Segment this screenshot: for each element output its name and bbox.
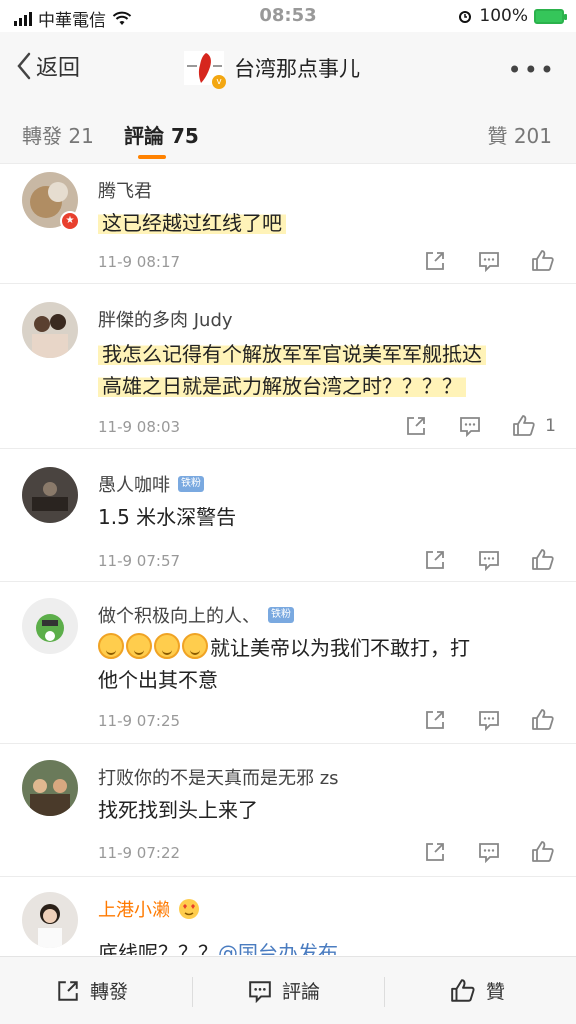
share-icon [426,252,444,270]
tab-comments[interactable]: 評論 75 [124,120,199,149]
comment-text: 我怎么记得有个解放军军官说美军军舰抵达 高雄之日就是武力解放台湾之时？？？？ [98,338,558,402]
drool-emoji-icon [182,633,208,659]
like-button[interactable] [530,548,556,572]
comment-text: 这已经越过红线了吧 [98,207,558,239]
avatar[interactable] [22,467,78,523]
comment-icon [479,843,499,863]
reply-button[interactable] [457,414,483,438]
reply-button[interactable] [476,249,502,273]
share-icon [407,417,426,435]
avatar[interactable] [22,598,78,654]
account-title[interactable]: v 台湾那点事儿 [184,51,360,89]
comment-item: ★ 腾飞君 这已经越过红线了吧 11-9 08:17 [0,165,576,284]
thumbs-up-icon [532,549,554,570]
comment-item: 愚人咖啡 铁粉 1.5 米水深警告 11-9 07:57 [0,449,576,582]
comment-time: 11-9 07:57 [98,552,181,570]
commenter-name[interactable]: 打败你的不是天真而是无邪 zs [98,764,339,790]
comment-item: 做个积极向上的人、 铁粉 就让美帝以为我们不敢打，打 他个出其不意 11-9 07… [0,582,576,744]
share-button[interactable] [422,840,448,864]
comment-text: 1.5 米水深警告 [98,505,237,529]
mention-link[interactable]: @国台办发布 [218,941,338,955]
comment-list[interactable]: ★ 腾飞君 这已经越过红线了吧 11-9 08:17 胖傑的多肉 Judy 我怎… [0,165,576,955]
like-button[interactable] [530,840,556,864]
comment-item: 打败你的不是天真而是无邪 zs 找死找到头上来了 11-9 07:22 [0,744,576,877]
share-icon [426,843,444,861]
thumbs-up-icon [513,415,535,436]
share-button[interactable] [422,548,448,572]
tab-likes[interactable]: 贊 201 [487,120,552,149]
bottom-toolbar: 轉發 評論 贊 [0,956,576,1024]
user-badge-icon: ★ [60,211,80,231]
thumbs-up-icon [532,841,554,862]
comment-icon [249,980,271,1003]
like-button[interactable] [530,249,556,273]
comment-time: 11-9 08:03 [98,418,181,436]
like-button[interactable] [511,414,537,438]
divider [192,977,193,1007]
thumbs-up-icon [532,250,554,271]
more-button[interactable]: ••• [508,56,556,84]
share-button[interactable] [403,414,429,438]
divider [384,977,385,1007]
commenter-name[interactable]: 上港小濑 [98,896,200,922]
comment-text: 找死找到头上来了 [98,798,258,822]
weibo-comments-screen: 中華電信 08:53 100% 返回 v 台湾那点事儿 ••• 轉發 21 評論… [0,0,576,1024]
like-post-button[interactable]: 贊 [450,977,505,1004]
comment-text: 就让美帝以为我们不敢打，打 他个出其不意 [98,632,558,696]
chevron-left-icon [17,52,31,80]
reply-button[interactable] [476,840,502,864]
status-bar: 中華電信 08:53 100% [0,0,576,32]
comment-text: 底线呢？？？@国台办发布 [98,937,558,955]
comment-icon [479,711,499,731]
share-button[interactable] [422,708,448,732]
like-button[interactable] [530,708,556,732]
thumbs-up-icon [532,709,554,730]
comment-icon [460,417,481,437]
commenter-name[interactable]: 愚人咖啡 铁粉 [98,471,204,497]
nav-bar: 返回 v 台湾那点事儿 ••• [0,32,576,98]
active-tab-indicator [138,155,166,159]
tab-forward[interactable]: 轉發 21 [22,120,94,149]
share-icon [58,980,78,1001]
comment-button[interactable]: 評論 [248,977,320,1004]
comment-time: 11-9 07:25 [98,712,181,730]
tab-bar: 轉發 21 評論 75 贊 201 [0,98,576,164]
share-icon [426,551,444,569]
alarm-icon [459,11,472,23]
like-count: 1 [545,416,556,436]
reply-button[interactable] [476,708,502,732]
page-title: 台湾那点事儿 [234,57,360,81]
comment-time: 11-9 07:22 [98,844,181,862]
avatar[interactable] [22,760,78,816]
comment-item: 胖傑的多肉 Judy 我怎么记得有个解放军军官说美军军舰抵达 高雄之日就是武力解… [0,284,576,449]
drool-emoji-icon [98,633,124,659]
commenter-name[interactable]: 胖傑的多肉 Judy [98,306,233,332]
fan-badge: 铁粉 [268,607,294,623]
comment-time: 11-9 08:17 [98,253,181,271]
verified-icon: v [212,75,226,89]
share-button[interactable] [422,249,448,273]
avatar[interactable] [22,302,78,358]
fan-badge: 铁粉 [178,476,204,492]
comment-item: 上港小濑 底线呢？？？@国台办发布 [0,877,576,955]
love-emoji-icon [179,899,199,919]
reply-button[interactable] [476,548,502,572]
drool-emoji-icon [126,633,152,659]
forward-button[interactable]: 轉發 [56,977,128,1004]
comment-icon [479,252,499,272]
thumbs-up-icon [451,978,475,1002]
comment-icon [479,551,499,571]
share-icon [426,711,444,729]
back-button[interactable]: 返回 [16,50,80,82]
avatar[interactable] [22,892,78,948]
back-label: 返回 [36,56,81,81]
battery-percent: 100% [479,6,528,26]
commenter-name[interactable]: 腾飞君 [98,177,152,203]
battery-icon [534,8,567,24]
account-logo: v [184,51,226,89]
drool-emoji-icon [154,633,180,659]
commenter-name[interactable]: 做个积极向上的人、 铁粉 [98,602,294,628]
